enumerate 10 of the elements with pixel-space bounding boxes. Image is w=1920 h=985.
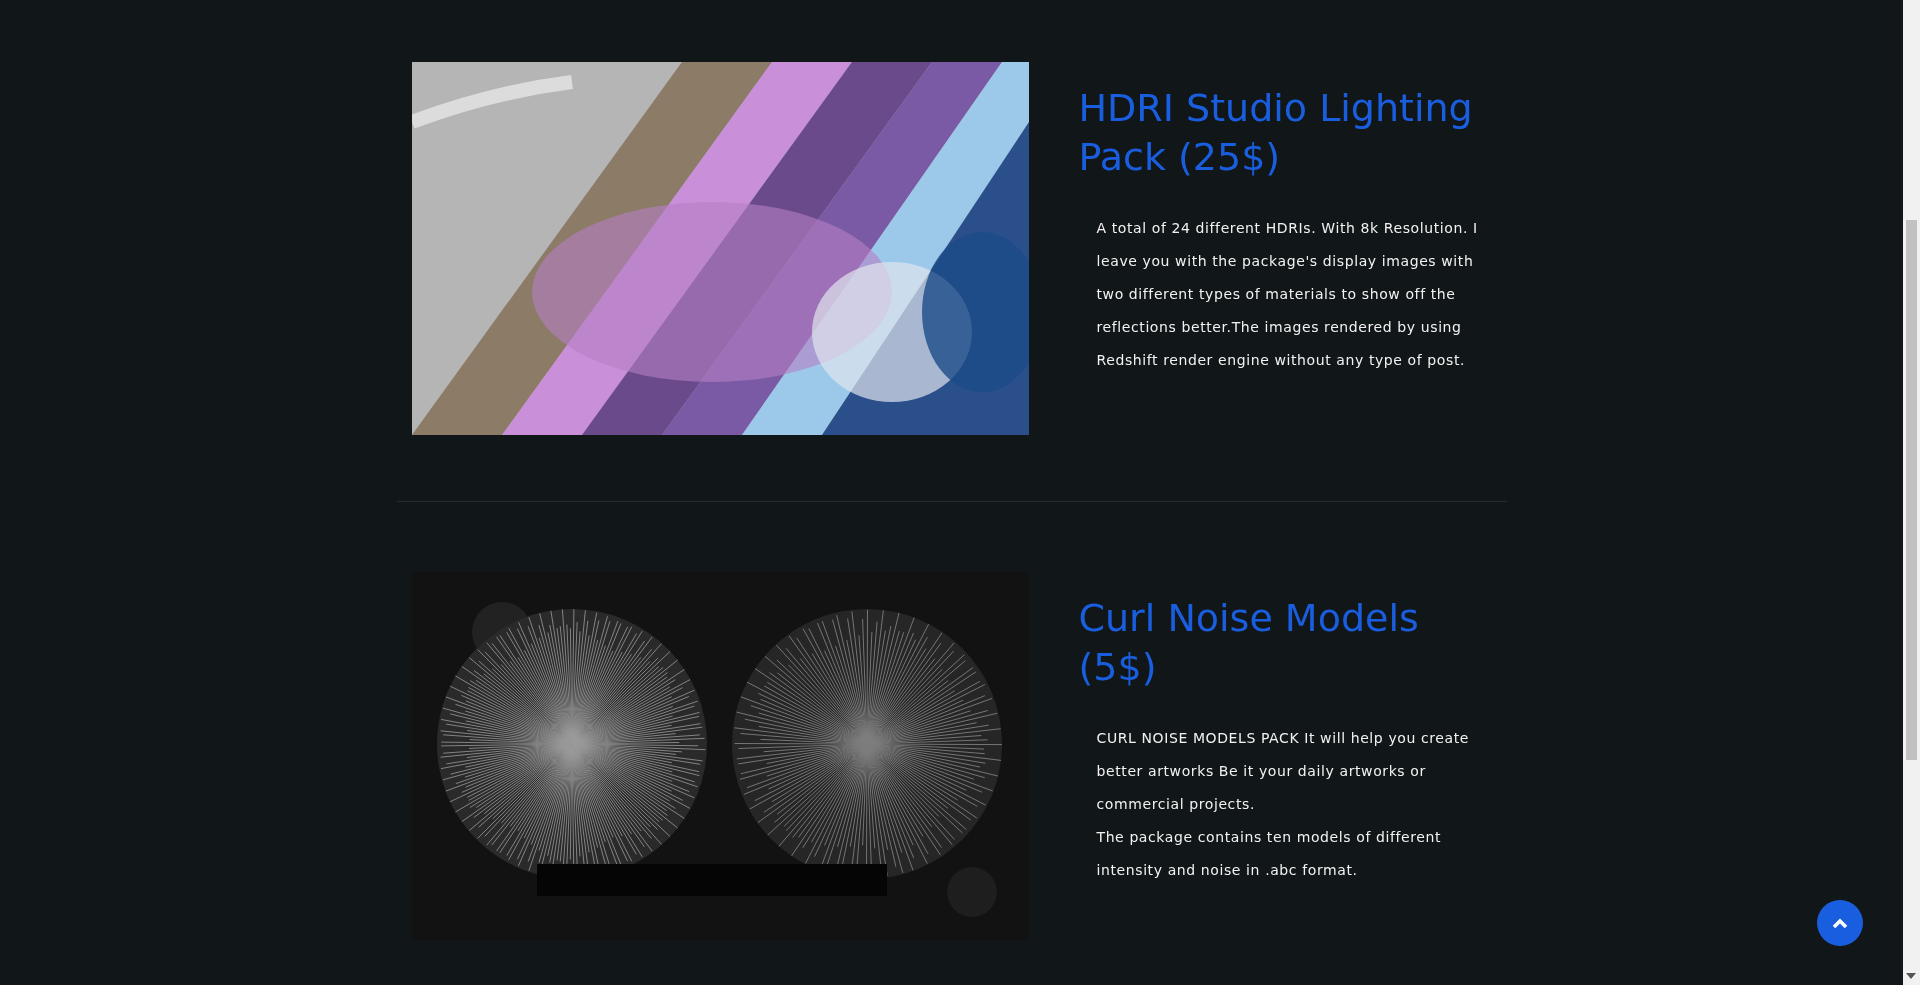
scrollbar[interactable]	[1903, 0, 1920, 985]
product-description: CURL NOISE MODELS PACK It will help you create better artworks Be it your daily artworks or commercial projects.	[1096, 729, 1470, 814]
scroll-top-button[interactable]	[1817, 900, 1863, 946]
product-title: Curl Noise Models (5$)	[1078, 595, 1420, 691]
chevron-up-icon	[1832, 917, 1848, 929]
product-description: The package contains ten models of different intensity and noise in .abc format.	[1096, 828, 1443, 880]
product-description: A total of 24 different HDRIs. With 8k Resolution. I leave you with the package's display images with two different types of materials to show off the reflections better.The images rendered by using Redshift render engine without any type of post.	[1096, 219, 1479, 370]
product-title: HDRI Studio Lighting Pack (25$)	[1078, 85, 1474, 181]
scroll-down-icon[interactable]	[1906, 973, 1916, 979]
scrollbar-thumb[interactable]	[1906, 220, 1917, 760]
